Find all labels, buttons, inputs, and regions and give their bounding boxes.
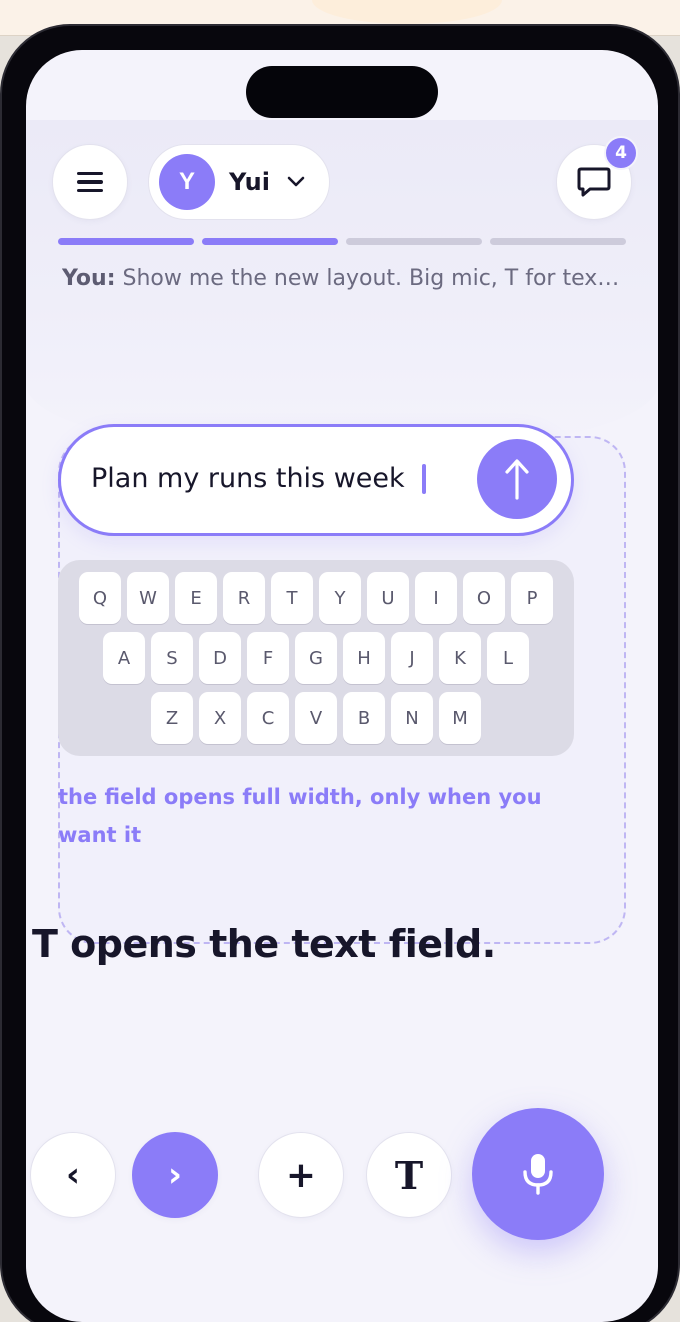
text-field[interactable]: Plan my runs this week [58, 424, 574, 536]
dynamic-island [246, 66, 438, 118]
keyboard-key[interactable]: X [199, 692, 241, 744]
microphone-icon [523, 1154, 553, 1195]
chevron-left-icon: ‹ [65, 1155, 80, 1195]
keyboard-key[interactable]: T [271, 572, 313, 624]
user-switcher[interactable]: Y Yui [148, 144, 330, 220]
keyboard-key[interactable]: M [439, 692, 481, 744]
keyboard-key[interactable]: Z [151, 692, 193, 744]
keyboard-key[interactable]: U [367, 572, 409, 624]
chat-count-badge: 4 [604, 136, 638, 170]
progress-segment [202, 238, 338, 245]
keyboard-key[interactable]: K [439, 632, 481, 684]
keyboard-key[interactable]: L [487, 632, 529, 684]
keyboard-key[interactable]: E [175, 572, 217, 624]
progress-segment [490, 238, 626, 245]
keyboard-row: ZXCVBNM [58, 692, 574, 744]
mic-button[interactable] [472, 1108, 604, 1240]
keyboard-key[interactable]: H [343, 632, 385, 684]
chevron-down-icon [286, 176, 306, 188]
send-button[interactable] [477, 439, 557, 519]
arrow-up-icon [505, 459, 529, 500]
keyboard-key[interactable]: B [343, 692, 385, 744]
text-t-icon: T [394, 1152, 424, 1198]
keyboard-key[interactable]: W [127, 572, 169, 624]
keyboard-key[interactable]: I [415, 572, 457, 624]
keyboard-row: QWERTYUIOP [58, 572, 574, 624]
hamburger-icon [77, 171, 103, 193]
keyboard-key[interactable]: F [247, 632, 289, 684]
chevron-right-icon: › [167, 1155, 182, 1195]
keyboard-key[interactable]: J [391, 632, 433, 684]
transcript-line: You: Show me the new layout. Big mic, T … [62, 266, 622, 298]
demo-hint: the field opens full width, only when yo… [58, 785, 542, 847]
keyboard-key[interactable]: V [295, 692, 337, 744]
previous-button[interactable]: ‹ [30, 1132, 116, 1218]
progress-segment [346, 238, 482, 245]
keyboard-key[interactable]: O [463, 572, 505, 624]
keyboard-key[interactable]: S [151, 632, 193, 684]
keyboard-key[interactable]: P [511, 572, 553, 624]
menu-button[interactable] [52, 144, 128, 220]
text-mode-button[interactable]: T [366, 1132, 452, 1218]
next-button[interactable]: › [132, 1132, 218, 1218]
keyboard: QWERTYUIOP ASDFGHJKL ZXCVBNM [58, 560, 574, 756]
keyboard-key[interactable]: D [199, 632, 241, 684]
keyboard-key[interactable]: Q [79, 572, 121, 624]
step-progress [58, 238, 626, 246]
add-button[interactable]: + [258, 1132, 344, 1218]
headline: T opens the text field. [32, 922, 496, 966]
keyboard-key[interactable]: C [247, 692, 289, 744]
keyboard-key[interactable]: N [391, 692, 433, 744]
user-name: Yui [229, 168, 270, 196]
transcript-text: Show me the new layout. Big mic, T for t… [122, 266, 623, 291]
keyboard-key[interactable]: Y [319, 572, 361, 624]
avatar: Y [159, 154, 215, 210]
plus-icon: + [285, 1154, 317, 1196]
keyboard-key[interactable]: G [295, 632, 337, 684]
keyboard-key[interactable]: R [223, 572, 265, 624]
transcript-speaker: You: [62, 266, 116, 291]
keyboard-key[interactable]: A [103, 632, 145, 684]
progress-segment [58, 238, 194, 245]
chat-bubble-icon [577, 167, 611, 197]
text-field-value: Plan my runs this week [91, 463, 405, 494]
keyboard-row: ASDFGHJKL [58, 632, 574, 684]
text-caret [422, 464, 426, 494]
